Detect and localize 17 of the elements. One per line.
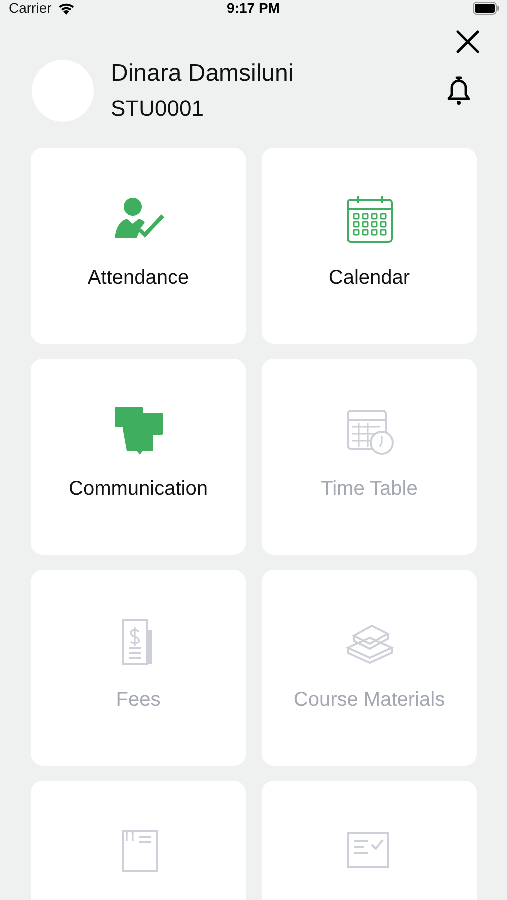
clock-time: 9:17 PM xyxy=(227,0,280,16)
menu-tile[interactable]: Communication xyxy=(31,359,246,555)
tile-label: Communication xyxy=(69,478,208,501)
tile-label: Fees xyxy=(116,689,161,712)
carrier-label: Carrier xyxy=(9,0,52,16)
tile-label: Course Materials xyxy=(294,689,446,712)
menu-tile[interactable]: Calendar xyxy=(262,148,477,344)
student-name: Dinara Damsiluni xyxy=(111,59,295,89)
battery-icon xyxy=(473,2,500,14)
wifi-icon xyxy=(56,1,76,15)
close-button[interactable] xyxy=(456,30,480,54)
tile-label: Calendar xyxy=(328,267,410,290)
student-id: STU0001 xyxy=(111,95,205,123)
tile-label: Attendance xyxy=(88,267,190,290)
notification-button[interactable] xyxy=(445,75,473,107)
menu-tile[interactable]: Attendance xyxy=(31,148,246,344)
tile-label: Time Table xyxy=(321,478,418,501)
